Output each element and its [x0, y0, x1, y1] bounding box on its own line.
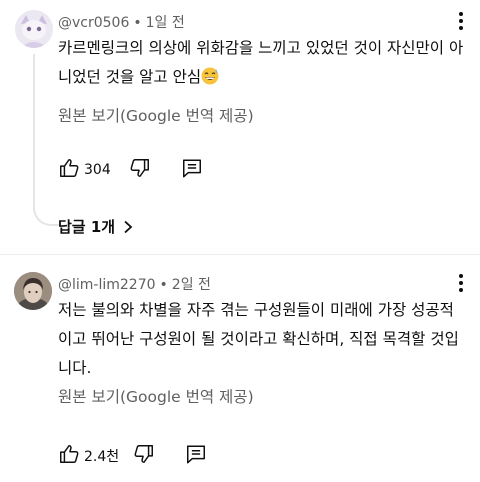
translate-link[interactable]: 원본 보기(Google 번역 제공) [58, 385, 254, 407]
comment-text: 카르멘링크의 의상에 위화감을 느끼고 있었던 것이 자신만이 아니었던 것을 … [58, 34, 468, 95]
comment-text: 저는 불의와 차별을 자주 겪는 구성원들이 미래에 가장 성공적이고 뛰어난 … [58, 301, 459, 377]
comment-text-content: 카르멘링크의 의상에 위화감을 느끼고 있었던 것이 자신만이 아니었던 것을 … [58, 39, 464, 86]
thumb-down-icon [129, 157, 151, 183]
replies-toggle[interactable]: 답글 1개 [58, 216, 133, 237]
thumb-down-icon [133, 443, 155, 469]
comment-time[interactable]: 2일 전 [172, 277, 211, 293]
meta-separator: • [133, 15, 142, 31]
translate-link[interactable]: 원본 보기(Google 번역 제공) [58, 104, 254, 126]
comment-meta: @vcr0506 • 1일 전 [58, 12, 185, 32]
reply-button[interactable] [185, 443, 207, 469]
more-vert-icon[interactable] [456, 8, 466, 34]
comment-author[interactable]: @vcr0506 [58, 15, 129, 31]
comment-author[interactable]: @lim-lim2270 [58, 277, 156, 293]
like-button[interactable]: 304 [58, 157, 111, 183]
avatar[interactable] [15, 10, 53, 48]
reply-icon [185, 443, 207, 469]
grinning-sweat-emoji-icon [201, 66, 219, 95]
meta-separator: • [159, 277, 168, 293]
comment-divider [0, 254, 480, 255]
thumb-up-icon [58, 443, 80, 469]
more-vert-icon[interactable] [456, 270, 466, 296]
thumb-up-icon [58, 157, 80, 183]
comment-time[interactable]: 1일 전 [146, 15, 185, 31]
comment-actions: 304 [58, 157, 203, 183]
replies-label: 답글 1개 [58, 218, 116, 236]
chevron-right-icon [123, 220, 133, 234]
avatar[interactable] [14, 272, 52, 310]
dislike-button[interactable] [133, 443, 155, 469]
comment-actions: 2.4천 [58, 443, 207, 469]
comment-meta: @lim-lim2270 • 2일 전 [58, 274, 211, 294]
like-count: 2.4천 [84, 449, 120, 465]
dislike-button[interactable] [129, 157, 151, 183]
like-count: 304 [84, 162, 111, 178]
thread-line [33, 54, 59, 226]
reply-icon [181, 157, 203, 183]
reply-button[interactable] [181, 157, 203, 183]
like-button[interactable]: 2.4천 [58, 443, 119, 469]
